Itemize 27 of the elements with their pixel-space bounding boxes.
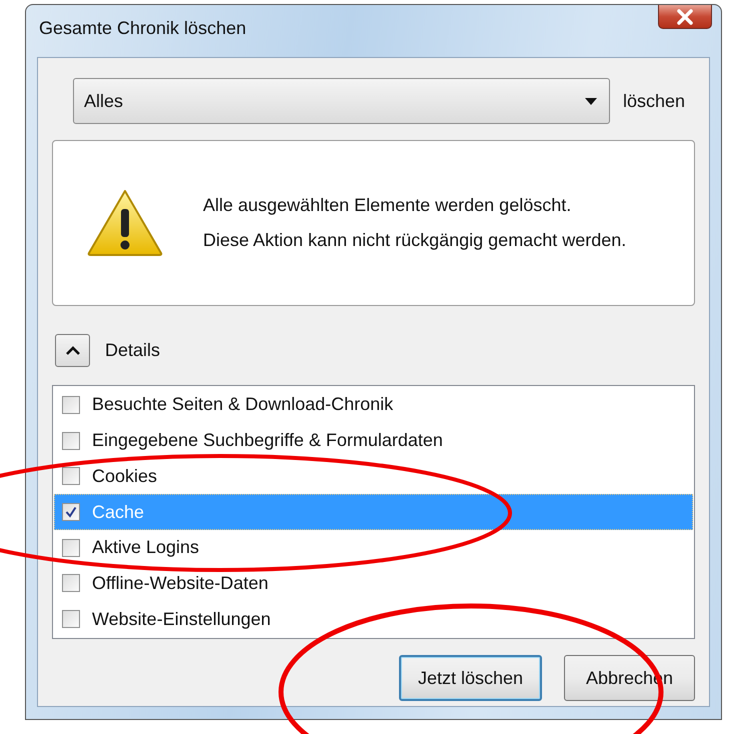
close-icon <box>675 8 695 24</box>
warning-text: Diese Aktion kann nicht rückgängig gemacht werden. <box>203 229 628 252</box>
checkbox[interactable] <box>62 610 80 628</box>
checkbox[interactable] <box>62 503 80 522</box>
checkbox[interactable] <box>62 432 80 450</box>
list-item[interactable]: Cookies <box>54 458 693 494</box>
close-button[interactable] <box>658 5 712 29</box>
checkbox[interactable] <box>62 538 80 557</box>
list-item[interactable]: Website-Einstellungen <box>54 601 693 638</box>
details-toggle-button[interactable] <box>55 334 90 367</box>
checkmark-icon <box>65 506 77 518</box>
details-label: Details <box>105 340 160 361</box>
checkbox[interactable] <box>62 396 80 414</box>
checkbox[interactable] <box>62 574 80 592</box>
checkbox[interactable] <box>62 467 80 486</box>
list-item[interactable]: Aktive Logins <box>54 530 693 566</box>
warning-icon <box>87 189 163 257</box>
window-title: Gesamte Chronik löschen <box>38 18 246 38</box>
warning-text: Alle ausgewählten Elemente werden gelöscht. <box>203 194 572 217</box>
caret-icon <box>64 346 80 356</box>
dialog-button[interactable]: Jetzt löschen <box>399 655 542 701</box>
range-label: löschen <box>623 90 686 112</box>
time-range-dropdown[interactable]: Alles <box>73 78 610 124</box>
list-item[interactable]: Eingegebene Suchbegriffe & Formulardaten <box>54 422 693 458</box>
list-item[interactable]: Offline-Website-Daten <box>54 566 693 602</box>
list-item[interactable]: Besuchte Seiten & Download-Chronik <box>54 387 693 423</box>
dropdown-arrow-icon <box>585 98 597 104</box>
